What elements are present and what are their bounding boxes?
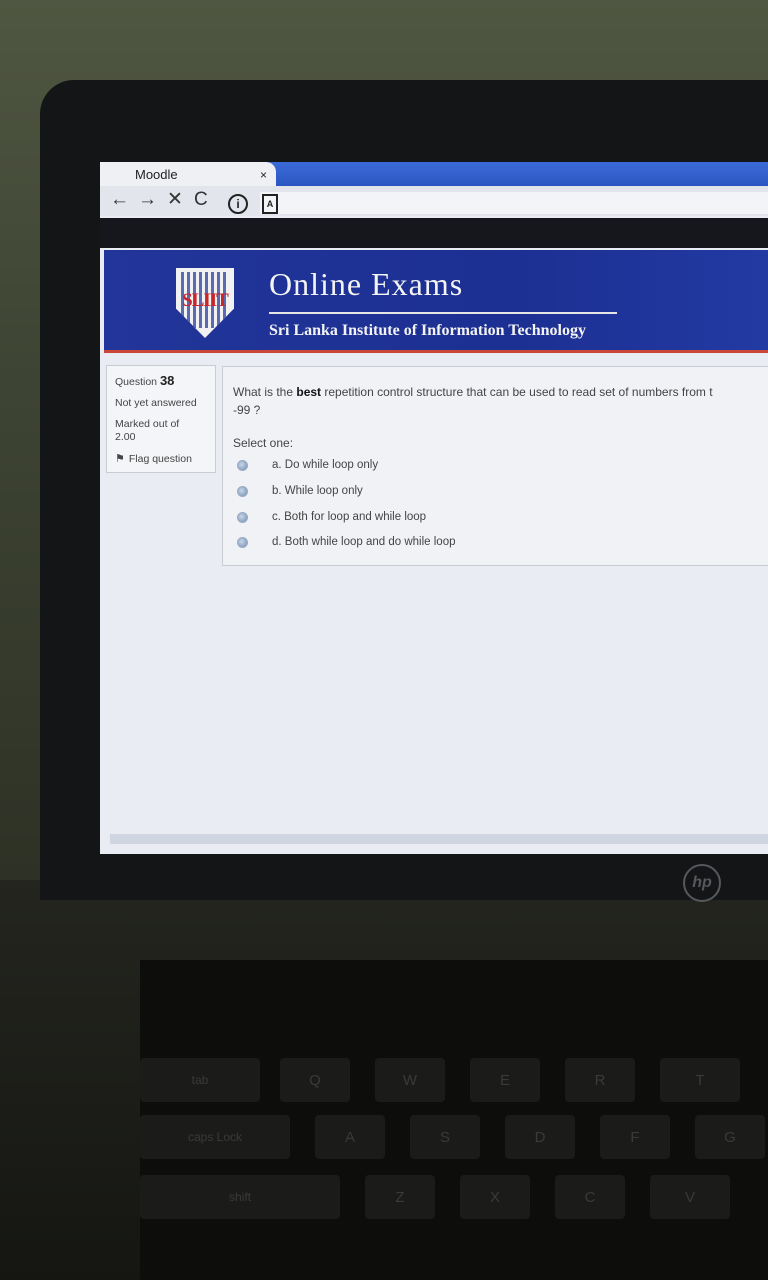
question-text-end: repetition control structure that can be…: [321, 385, 713, 399]
answer-option-c[interactable]: c. Both for loop and while loop: [237, 508, 426, 526]
key-caps-lock: caps Lock: [140, 1115, 290, 1159]
key-t: T: [660, 1058, 740, 1102]
tab-close-icon[interactable]: ×: [260, 168, 267, 182]
back-icon[interactable]: ←: [110, 188, 129, 212]
laptop-keyboard: Q W E R T A S D F G Z X C V tab caps Loc…: [140, 960, 768, 1280]
key-g: G: [695, 1115, 765, 1159]
reload-icon[interactable]: C: [194, 188, 208, 212]
flag-question-link[interactable]: ⚑ Flag question: [115, 452, 192, 465]
answer-option-label: a. Do while loop only: [272, 459, 379, 471]
question-text-emphasis: best: [296, 385, 322, 399]
page-footer-strip: [110, 834, 768, 844]
answer-option-b[interactable]: b. While loop only: [237, 482, 363, 500]
address-bar[interactable]: [260, 192, 768, 214]
radio-button[interactable]: [237, 511, 248, 523]
question-text-line2: -99 ?: [233, 403, 261, 417]
marked-out-of-value: 2.00: [115, 431, 136, 443]
key-x: X: [460, 1175, 530, 1219]
answer-option-a[interactable]: a. Do while loop only: [237, 456, 378, 474]
marked-out-of-label: Marked out of: [115, 418, 180, 430]
page-top-bar: [100, 218, 768, 248]
radio-button[interactable]: [237, 536, 248, 548]
forward-icon[interactable]: →: [138, 188, 157, 212]
question-heading: Question 38: [115, 373, 174, 388]
question-info-panel: Question 38 Not yet answered Marked out …: [106, 365, 216, 473]
key-a: A: [315, 1115, 385, 1159]
sliit-logo: SLIIT: [176, 268, 234, 338]
key-s: S: [410, 1115, 480, 1159]
answer-option-label: c. Both for loop and while loop: [272, 511, 427, 523]
answer-option-d[interactable]: d. Both while loop and do while loop: [237, 533, 456, 551]
answer-option-label: b. While loop only: [272, 485, 363, 497]
site-subtitle: Sri Lanka Institute of Information Techn…: [269, 322, 586, 339]
radio-button[interactable]: [237, 459, 248, 471]
key-v: V: [650, 1175, 730, 1219]
key-tab: tab: [140, 1058, 260, 1102]
title-divider: [269, 312, 617, 314]
browser-tab[interactable]: Moodle ×: [100, 162, 276, 186]
question-content: What is the best repetition control stru…: [222, 366, 768, 566]
key-shift: shift: [140, 1175, 340, 1219]
site-banner: SLIIT Online Exams Sri Lanka Institute o…: [104, 250, 768, 353]
question-text-start: What is the: [233, 385, 297, 399]
key-f: F: [600, 1115, 670, 1159]
question-number: 38: [159, 373, 175, 388]
key-d: D: [505, 1115, 575, 1159]
hp-logo: hp: [683, 864, 721, 902]
question-status: Not yet answered: [115, 397, 197, 409]
key-q: Q: [280, 1058, 350, 1102]
question-text: What is the best repetition control stru…: [233, 383, 768, 419]
page-icon[interactable]: A: [262, 194, 278, 214]
flag-icon: ⚑: [115, 453, 125, 465]
site-info-icon[interactable]: i: [228, 194, 248, 214]
key-e: E: [470, 1058, 540, 1102]
key-z: Z: [365, 1175, 435, 1219]
answer-option-label: d. Both while loop and do while loop: [272, 536, 456, 548]
browser-tab-strip: Moodle ×: [100, 162, 768, 186]
question-label: Question: [115, 376, 158, 388]
select-one-prompt: Select one:: [233, 436, 294, 450]
site-title: Online Exams: [269, 266, 464, 302]
stop-icon[interactable]: ✕: [167, 188, 183, 212]
laptop-screen: Moodle × ← → ✕ C i A SLIIT Online Exams …: [100, 162, 768, 854]
logo-text: SLIIT: [182, 290, 229, 311]
key-c: C: [555, 1175, 625, 1219]
key-r: R: [565, 1058, 635, 1102]
tab-title: Moodle: [135, 167, 178, 182]
key-w: W: [375, 1058, 445, 1102]
radio-button[interactable]: [237, 485, 248, 497]
flag-question-label: Flag question: [128, 453, 192, 465]
